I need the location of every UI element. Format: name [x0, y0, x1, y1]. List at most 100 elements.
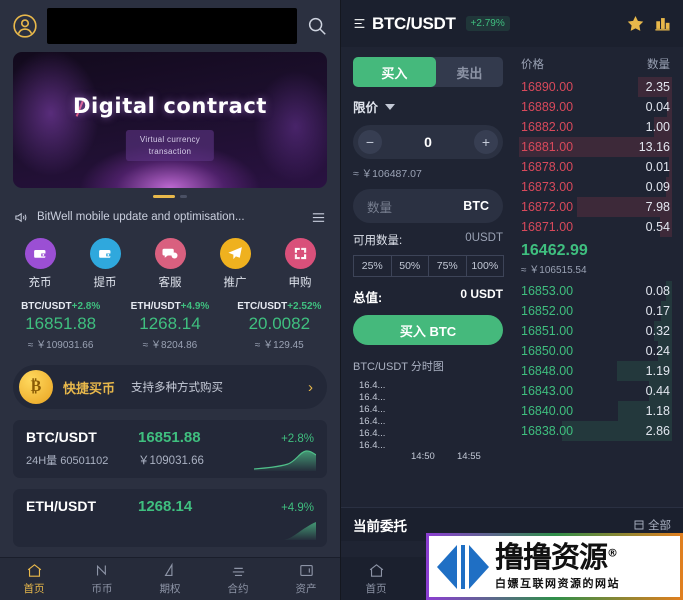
ticker-cny: ≈ ￥109031.66: [27, 340, 94, 351]
order-quantity: 0.08: [645, 284, 670, 298]
search-icon[interactable]: [306, 15, 328, 37]
banner-dot-1[interactable]: [153, 195, 175, 198]
quick-action-support[interactable]: 客服: [148, 238, 192, 290]
order-quantity: 1.00: [645, 120, 670, 134]
trade-body: 买入 卖出 限价 − 0 + ≈ ￥106487.07 数量 BTC 可用数量:…: [341, 47, 683, 507]
ticker-btc[interactable]: BTC/USDT+2.8% 16851.88 ≈ ￥109031.66: [6, 301, 115, 351]
order-quantity: 1.19: [645, 364, 670, 378]
order-type-select[interactable]: 限价: [353, 97, 503, 116]
order-quantity: 0.04: [645, 100, 670, 114]
user-circle-icon[interactable]: [12, 13, 38, 39]
order-book-row[interactable]: 16851.00 0.32: [519, 321, 672, 341]
megaphone-icon: [14, 210, 29, 225]
percent-25-button[interactable]: 25%: [353, 255, 392, 277]
price-increment-button[interactable]: +: [473, 130, 498, 154]
nav-item-assets[interactable]: 资产: [272, 562, 340, 596]
market-volume: 24H量 60501102: [26, 455, 109, 467]
contract-icon: [230, 562, 247, 579]
chart-y-label: 16.4...: [359, 416, 386, 427]
ticker-etc[interactable]: ETC/USDT+2.52% 20.0082 ≈ ￥129.45: [225, 301, 334, 351]
market-card-eth[interactable]: ETH/USDT 1268.14 +4.9%: [13, 489, 327, 547]
ticker-pair: BTC/USDT: [21, 301, 72, 312]
quick-action-deposit[interactable]: 充币: [18, 238, 62, 290]
order-price: 16878.00: [521, 160, 574, 174]
order-quantity: 13.16: [638, 140, 670, 154]
chevron-right-icon[interactable]: ›: [308, 379, 313, 396]
chart-y-label: 16.4...: [359, 428, 386, 439]
order-quantity: 2.86: [645, 424, 670, 438]
order-book-row[interactable]: 16882.00 1.00: [519, 117, 672, 137]
notice-bar[interactable]: BitWell mobile update and optimisation..…: [14, 205, 326, 229]
nav-item-options[interactable]: 期权: [136, 562, 204, 596]
kline-chart-icon[interactable]: [653, 14, 672, 33]
order-quantity: 0.09: [645, 180, 670, 194]
list-menu-icon[interactable]: [311, 210, 326, 225]
order-book-row[interactable]: 16871.00 0.54: [519, 217, 672, 237]
order-book-header: 价格 数量: [519, 56, 672, 77]
left-bottom-nav: 首页 币币 期权 合约 资产: [0, 557, 340, 600]
nav-item-home[interactable]: 首页: [0, 562, 68, 596]
order-book-row[interactable]: 16889.00 0.04: [519, 97, 672, 117]
order-price: 16872.00: [521, 200, 574, 214]
search-input[interactable]: [47, 8, 297, 44]
ticker-change: +4.9%: [180, 301, 210, 312]
order-book-row[interactable]: 16872.00 7.98: [519, 197, 672, 217]
chart-y-label: 16.4...: [359, 392, 386, 403]
quick-action-label: 客服: [158, 277, 182, 289]
tab-sell[interactable]: 卖出: [425, 57, 503, 87]
star-favorite-icon[interactable]: [626, 14, 645, 33]
quick-action-promotion[interactable]: 推广: [213, 238, 257, 290]
watermark-subtitle: 白嫖互联网资源的网站: [495, 577, 620, 590]
order-price: 16840.00: [521, 404, 574, 418]
exchange-icon: [94, 562, 111, 579]
quick-action-label: 提币: [93, 277, 117, 289]
ticker-cny: ≈ ￥129.45: [254, 340, 304, 351]
order-book-row[interactable]: 16840.00 1.18: [519, 401, 672, 421]
banner-pagination[interactable]: [0, 195, 340, 198]
chart-y-label: 16.4...: [359, 380, 386, 391]
percent-75-button[interactable]: 75%: [428, 255, 467, 277]
order-price: 16890.00: [521, 80, 574, 94]
column-header-price: 价格: [521, 59, 544, 71]
total-value: 0 USDT: [460, 287, 503, 301]
chart-title: BTC/USDT 分时图: [353, 361, 444, 373]
quick-buy-banner[interactable]: ₿ 快捷买币 支持多种方式购买 ›: [13, 365, 327, 409]
quick-action-subscribe[interactable]: 申购: [278, 238, 322, 290]
banner-subtitle-line1: Virtual currency: [139, 135, 201, 144]
ticker-eth[interactable]: ETH/USDT+4.9% 1268.14 ≈ ￥8204.86: [115, 301, 224, 351]
nav-item-home[interactable]: 首页: [341, 562, 411, 596]
order-price: 16850.00: [521, 344, 574, 358]
price-decrement-button[interactable]: −: [358, 130, 382, 154]
order-book-row[interactable]: 16848.00 1.19: [519, 361, 672, 381]
notice-text: BitWell mobile update and optimisation..…: [37, 211, 245, 223]
ticker-cny: ≈ ￥8204.86: [142, 340, 198, 351]
market-card-btc[interactable]: BTC/USDT 16851.88 +2.8% 24H量 60501102 ￥1…: [13, 420, 327, 478]
nav-item-contract[interactable]: 合约: [204, 562, 272, 596]
order-book-row[interactable]: 16850.00 0.24: [519, 341, 672, 361]
order-book-row[interactable]: 16881.00 13.16: [519, 137, 672, 157]
assets-icon: [298, 562, 315, 579]
orders-filter[interactable]: 全部: [633, 517, 671, 533]
percent-100-button[interactable]: 100%: [465, 255, 504, 277]
hamburger-icon[interactable]: [352, 17, 367, 30]
promo-banner[interactable]: Digital contract Virtual currency transa…: [13, 52, 327, 188]
order-book-row[interactable]: 16853.00 0.08: [519, 281, 672, 301]
price-input[interactable]: 0: [424, 134, 432, 150]
banner-dot-2[interactable]: [180, 195, 187, 198]
nav-item-exchange[interactable]: 币币: [68, 562, 136, 596]
ticker-change: +2.52%: [287, 301, 322, 312]
submit-buy-button[interactable]: 买入 BTC: [353, 315, 503, 345]
percent-50-button[interactable]: 50%: [390, 255, 429, 277]
order-book-row[interactable]: 16873.00 0.09: [519, 177, 672, 197]
arrow-logo-icon: [437, 544, 489, 589]
order-book-row[interactable]: 16878.00 0.01: [519, 157, 672, 177]
amount-input[interactable]: 数量 BTC: [353, 189, 503, 223]
order-book-row[interactable]: 16852.00 0.17: [519, 301, 672, 321]
order-book-bids: 16853.00 0.08 16852.00 0.17 16851.00 0.32 1685…: [519, 281, 672, 441]
order-book-row[interactable]: 16843.00 0.44: [519, 381, 672, 401]
tab-buy[interactable]: 买入: [353, 57, 436, 87]
order-book-row[interactable]: 16838.00 2.86: [519, 421, 672, 441]
nav-label: 期权: [159, 583, 181, 595]
quick-action-withdraw[interactable]: 提币: [83, 238, 127, 290]
order-book-row[interactable]: 16890.00 2.35: [519, 77, 672, 97]
